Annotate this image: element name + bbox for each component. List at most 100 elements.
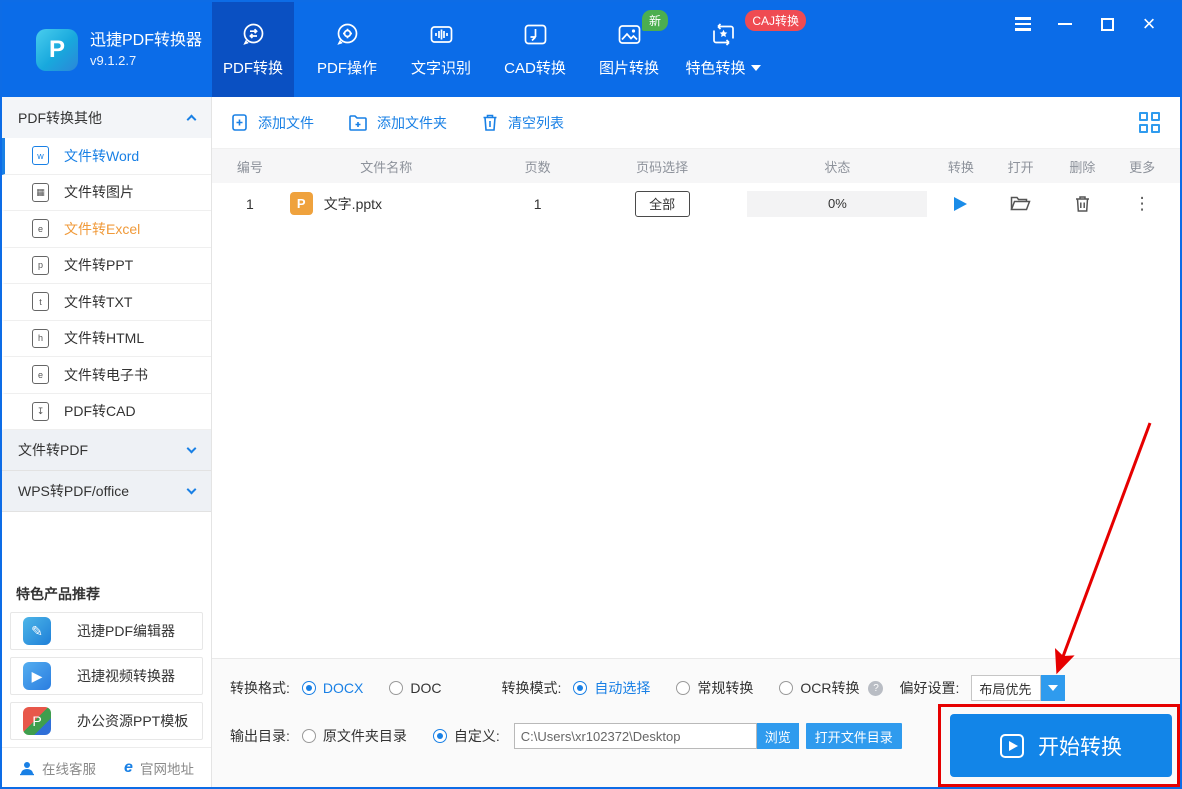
online-support-link[interactable]: 在线客服 <box>19 758 96 778</box>
page-count: 1 <box>533 195 542 212</box>
section-title: WPS转PDF/office <box>18 483 129 499</box>
header: P 迅捷PDF转换器 v9.1.2.7 PDF转换 PDF操作 文字识别 CAD… <box>2 2 1180 97</box>
radio-icon <box>779 681 794 695</box>
menu-icon[interactable] <box>1014 15 1032 33</box>
promo-label: 迅捷视频转换器 <box>77 668 175 684</box>
footer-label: 官网地址 <box>139 761 194 777</box>
layout-grid-icon[interactable] <box>1139 112 1160 133</box>
maximize-button[interactable] <box>1098 15 1116 33</box>
tab-pdf-ops[interactable]: PDF操作 <box>306 2 388 97</box>
app-title: 迅捷PDF转换器 <box>90 31 203 49</box>
radio-source-folder[interactable]: 原文件夹目录 <box>301 726 407 746</box>
sidebar-item-to-ebook[interactable]: e 文件转电子书 <box>2 357 211 394</box>
sidebar-item-to-txt[interactable]: t 文件转TXT <box>2 284 211 321</box>
mode-label: 转换模式: <box>501 680 562 696</box>
open-folder-button[interactable] <box>981 195 1061 212</box>
add-folder-button[interactable]: 添加文件夹 <box>348 113 447 133</box>
close-button[interactable]: × <box>1140 13 1158 35</box>
minimize-button[interactable] <box>1056 15 1074 33</box>
sidebar-item-pdf-to-cad[interactable]: ↧ PDF转CAD <box>2 394 211 430</box>
sidebar-item-label: 文件转PPT <box>64 257 134 274</box>
tab-label: 图片转换 <box>598 60 659 77</box>
app-brand: P 迅捷PDF转换器 v9.1.2.7 <box>2 2 212 97</box>
sidebar-item-label: 文件转TXT <box>64 293 133 310</box>
tab-special-convert[interactable]: CAJ转换 特色转换 <box>682 2 806 97</box>
chevron-down-icon <box>1048 685 1059 691</box>
output-path-input[interactable] <box>513 723 757 749</box>
trash-icon <box>1075 195 1089 212</box>
layout-priority-dropdown[interactable]: 布局优先 <box>971 675 1066 701</box>
help-icon[interactable]: ? <box>868 680 884 696</box>
radio-custom-folder[interactable]: 自定义: <box>432 726 500 746</box>
caj-badge: CAJ转换 <box>745 10 806 31</box>
pdf-convert-icon <box>240 21 267 48</box>
delete-row-button[interactable] <box>1060 195 1104 213</box>
promo-video-converter[interactable]: ▶ 迅捷视频转换器 <box>10 657 203 695</box>
tab-image-convert[interactable]: 新 图片转换 <box>588 2 670 97</box>
txt-doc-icon: t <box>32 292 49 312</box>
radio-label: OCR转换 <box>800 680 860 696</box>
toolbar-label: 添加文件夹 <box>377 114 447 131</box>
pdf-editor-icon: ✎ <box>23 617 51 645</box>
app-version: v9.1.2.7 <box>90 52 137 68</box>
sidebar-section-wps[interactable]: WPS转PDF/office <box>2 471 211 512</box>
start-convert-button[interactable]: 开始转换 <box>950 714 1172 777</box>
col-filename: 文件名称 <box>360 159 413 175</box>
sidebar-item-to-ppt[interactable]: p 文件转PPT <box>2 248 211 284</box>
website-link[interactable]: e 官网地址 <box>124 758 194 778</box>
sidebar-item-to-excel[interactable]: e 文件转Excel <box>2 211 211 248</box>
radio-label: DOCX <box>322 680 364 696</box>
promo-pdf-editor[interactable]: ✎ 迅捷PDF编辑器 <box>10 612 203 650</box>
tab-cad[interactable]: CAD转换 <box>494 2 576 97</box>
sidebar-item-to-image[interactable]: ▦ 文件转图片 <box>2 175 211 211</box>
radio-doc[interactable]: DOC <box>389 680 441 696</box>
sidebar-item-label: 文件转图片 <box>64 184 134 201</box>
file-toolbar: 添加文件 添加文件夹 清空列表 <box>212 97 1180 149</box>
pptx-file-icon: P <box>289 192 313 215</box>
new-badge: 新 <box>641 10 668 31</box>
section-title: PDF转换其他 <box>18 109 102 126</box>
open-directory-button[interactable]: 打开文件目录 <box>805 723 902 749</box>
toolbar-label: 清空列表 <box>508 114 564 131</box>
sidebar-item-to-word[interactable]: w 文件转Word <box>2 138 211 175</box>
dropdown-arrow-button[interactable] <box>1041 675 1066 701</box>
progress-bar: 0% <box>747 190 928 217</box>
radio-icon <box>432 729 447 743</box>
ppt-templates-icon: P <box>23 707 51 735</box>
more-options-button[interactable]: ⋮ <box>1134 194 1151 214</box>
radio-icon <box>573 681 588 695</box>
radio-auto-select[interactable]: 自动选择 <box>573 678 650 698</box>
add-file-button[interactable]: 添加文件 <box>230 113 314 133</box>
sidebar-item-to-html[interactable]: h 文件转HTML <box>2 321 211 357</box>
sidebar-item-label: 文件转电子书 <box>64 366 148 383</box>
ebook-doc-icon: e <box>32 365 49 385</box>
clear-list-button[interactable]: 清空列表 <box>481 113 564 133</box>
file-list-empty-area <box>212 224 1180 658</box>
promo-label: 迅捷PDF编辑器 <box>77 623 175 639</box>
radio-normal-convert[interactable]: 常规转换 <box>676 678 753 698</box>
col-pages: 页数 <box>524 159 551 175</box>
col-convert: 转换 <box>947 159 974 175</box>
sidebar-footer: 在线客服 e 官网地址 <box>2 747 211 787</box>
sidebar-section-file-to-pdf[interactable]: 文件转PDF <box>2 430 211 471</box>
promo-ppt-templates[interactable]: P 办公资源PPT模板 <box>10 702 203 740</box>
tab-pdf-convert[interactable]: PDF转换 <box>212 2 294 97</box>
chevron-down-icon <box>750 64 761 71</box>
radio-label: 常规转换 <box>697 680 754 696</box>
html-doc-icon: h <box>32 328 49 348</box>
radio-icon <box>301 681 316 695</box>
video-converter-icon: ▶ <box>23 662 51 690</box>
radio-docx[interactable]: DOCX <box>301 680 364 696</box>
sidebar-item-label: 文件转Excel <box>64 220 141 237</box>
table-header: 编号 文件名称 页数 页码选择 状态 转换 打开 删除 更多 <box>212 149 1180 183</box>
promo-title: 特色产品推荐 <box>16 586 100 602</box>
sidebar-section-pdf-other[interactable]: PDF转换其他 <box>2 97 211 138</box>
radio-ocr-convert[interactable]: OCR转换 ? <box>779 678 884 698</box>
page-select-button[interactable]: 全部 <box>634 190 690 217</box>
tab-ocr[interactable]: 文字识别 <box>400 2 482 97</box>
radio-label: 原文件夹目录 <box>322 728 407 744</box>
section-title: 文件转PDF <box>18 442 88 458</box>
browse-button[interactable]: 浏览 <box>756 723 799 749</box>
convert-play-button[interactable] <box>954 196 968 211</box>
tab-label: 特色转换 <box>685 60 746 77</box>
